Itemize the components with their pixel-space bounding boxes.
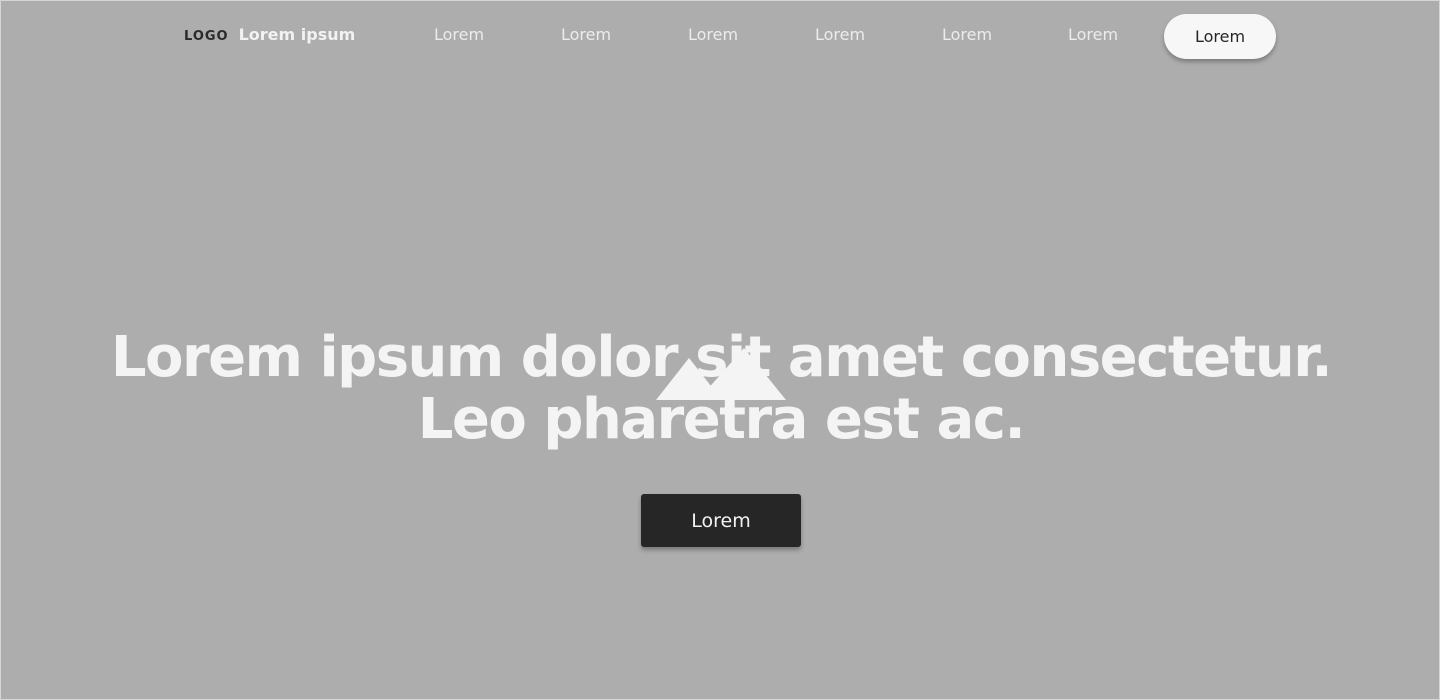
nav-cta-button[interactable]: Lorem <box>1164 14 1276 59</box>
hero-headline: Lorem ipsum dolor sit amet consectetur. … <box>1 327 1440 451</box>
nav-link-5[interactable]: Lorem <box>912 25 1022 44</box>
hero-section: LOGO Lorem ipsum Lorem Lorem Lorem Lorem… <box>0 0 1440 700</box>
nav-link-1[interactable]: Lorem <box>404 25 514 44</box>
nav-link-3[interactable]: Lorem <box>658 25 768 44</box>
hero-cta-button[interactable]: Lorem <box>641 494 801 547</box>
hero-headline-line-1: Lorem ipsum dolor sit amet consectetur. <box>110 325 1333 390</box>
nav-link-2[interactable]: Lorem <box>531 25 641 44</box>
hero-headline-line-2: Leo pharetra est ac. <box>417 387 1026 452</box>
nav-link-4[interactable]: Lorem <box>785 25 895 44</box>
top-navigation: LOGO Lorem ipsum Lorem Lorem Lorem Lorem… <box>1 1 1440 71</box>
nav-link-6[interactable]: Lorem <box>1038 25 1148 44</box>
